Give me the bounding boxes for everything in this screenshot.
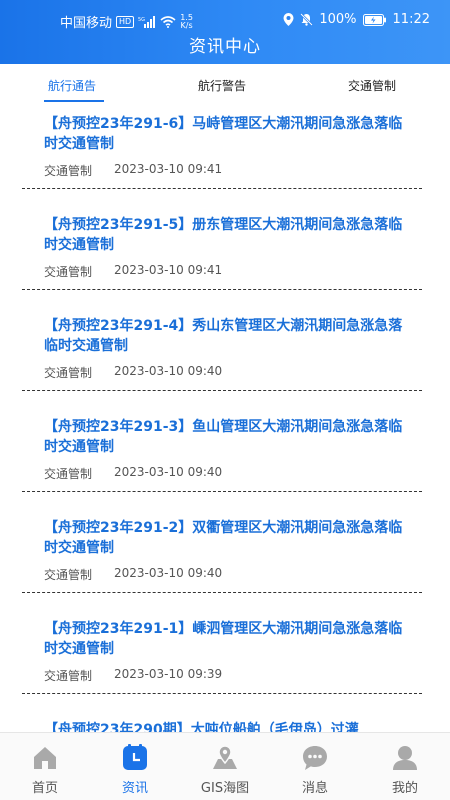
tab-traffic-control[interactable]: 交通管制: [348, 77, 396, 94]
carrier-name: 中国移动: [60, 16, 113, 31]
item-title[interactable]: 【舟预控23年291-4】秀山东管理区大潮汛期间急涨急落临时交通管制: [44, 316, 414, 356]
nav-label-gis-map: GIS海图: [200, 781, 250, 796]
battery-percent: 100%: [319, 12, 357, 27]
list-item[interactable]: 【舟预控23年291-2】双衢管理区大潮汛期间急涨急落临时交通管制 交通管制 2…: [0, 508, 450, 609]
list-item[interactable]: 【舟预控23年291-5】册东管理区大潮汛期间急涨急落临时交通管制 交通管制 2…: [0, 205, 450, 306]
item-time: 2023-03-10 09:40: [114, 364, 223, 378]
location-icon: [283, 13, 294, 26]
item-title[interactable]: 【舟预控23年291-1】嵊泗管理区大潮汛期间急涨急落临时交通管制: [44, 619, 414, 659]
tab-bar: 航行通告 航行警告 交通管制: [0, 64, 450, 104]
news-icon: [123, 744, 147, 770]
item-time: 2023-03-10 09:40: [114, 566, 223, 580]
svg-text:5G: 5G: [138, 17, 145, 23]
item-meta: 交通管制 2023-03-10 09:39: [44, 667, 222, 684]
item-meta: 交通管制 2023-03-10 09:40: [44, 364, 222, 381]
item-meta: 交通管制 2023-03-10 09:41: [44, 263, 222, 280]
map-icon: [213, 745, 237, 769]
item-time: 2023-03-10 09:41: [114, 162, 223, 176]
nav-gis-map[interactable]: GIS海图: [185, 743, 265, 796]
item-category: 交通管制: [44, 265, 93, 279]
item-meta: 交通管制 2023-03-10 09:41: [44, 162, 222, 179]
hd-badge: HD: [116, 15, 135, 28]
battery-icon: [362, 13, 386, 26]
profile-icon: [393, 746, 417, 770]
nav-news[interactable]: 资讯: [95, 743, 175, 796]
status-bar: 中国移动 HD 5G 1.5 K/s 100% 11:22: [0, 0, 450, 36]
item-title[interactable]: 【舟预控23年291-5】册东管理区大潮汛期间急涨急落临时交通管制: [44, 215, 414, 255]
list-item[interactable]: 【舟预控23年291-3】鱼山管理区大潮汛期间急涨急落临时交通管制 交通管制 2…: [0, 407, 450, 508]
list-item[interactable]: 【舟预控23年291-6】马峙管理区大潮汛期间急涨急落临时交通管制 交通管制 2…: [0, 104, 450, 205]
item-category: 交通管制: [44, 467, 93, 481]
item-title[interactable]: 【舟预控23年291-3】鱼山管理区大潮汛期间急涨急落临时交通管制: [44, 417, 414, 457]
wifi-icon: [160, 15, 176, 28]
nav-label-profile: 我的: [391, 781, 418, 796]
mute-bell-icon: [300, 13, 314, 26]
dashed-divider: [22, 693, 422, 694]
home-icon: [34, 747, 56, 769]
nav-label-messages: 消息: [301, 781, 328, 796]
nav-profile[interactable]: 我的: [365, 743, 445, 796]
status-left: 中国移动 HD 5G 1.5 K/s: [60, 12, 193, 31]
clock: 11:22: [392, 12, 430, 27]
status-right: 100% 11:22: [283, 12, 430, 27]
item-time: 2023-03-10 09:41: [114, 263, 223, 277]
dashed-divider: [22, 592, 422, 593]
dashed-divider: [22, 188, 422, 189]
net-speed-unit: K/s: [180, 20, 193, 30]
tab-navigation-warning[interactable]: 航行警告: [198, 77, 246, 94]
net-speed: 1.5 K/s: [180, 13, 193, 30]
header-bar: 中国移动 HD 5G 1.5 K/s 100% 11:22 资讯中心: [0, 0, 450, 64]
item-meta: 交通管制 2023-03-10 09:40: [44, 465, 222, 482]
list-item[interactable]: 【舟预控23年291-4】秀山东管理区大潮汛期间急涨急落临时交通管制 交通管制 …: [0, 306, 450, 407]
nav-label-news: 资讯: [121, 781, 148, 796]
page-title: 资讯中心: [189, 37, 261, 57]
signal-icon: 5G: [138, 15, 156, 28]
item-meta: 交通管制 2023-03-10 09:40: [44, 566, 222, 583]
message-icon: [303, 746, 327, 770]
nav-label-home: 首页: [31, 781, 58, 796]
item-time: 2023-03-10 09:39: [114, 667, 223, 681]
dashed-divider: [22, 289, 422, 290]
active-tab-indicator: [44, 100, 104, 102]
nav-home[interactable]: 首页: [5, 743, 85, 796]
list-item[interactable]: 【舟预控23年291-1】嵊泗管理区大潮汛期间急涨急落临时交通管制 交通管制 2…: [0, 609, 450, 710]
news-list: 【舟预控23年291-6】马峙管理区大潮汛期间急涨急落临时交通管制 交通管制 2…: [0, 104, 450, 800]
tab-navigation-notice[interactable]: 航行通告: [48, 77, 96, 94]
dashed-divider: [22, 390, 422, 391]
item-category: 交通管制: [44, 669, 93, 683]
item-category: 交通管制: [44, 366, 93, 380]
item-title[interactable]: 【舟预控23年291-2】双衢管理区大潮汛期间急涨急落临时交通管制: [44, 518, 414, 558]
item-category: 交通管制: [44, 164, 93, 178]
dashed-divider: [22, 491, 422, 492]
item-category: 交通管制: [44, 568, 93, 582]
nav-messages[interactable]: 消息: [275, 743, 355, 796]
bottom-nav: 首页 资讯 GIS海图 消息 我的: [0, 732, 450, 800]
item-title[interactable]: 【舟预控23年291-6】马峙管理区大潮汛期间急涨急落临时交通管制: [44, 114, 414, 154]
item-time: 2023-03-10 09:40: [114, 465, 223, 479]
